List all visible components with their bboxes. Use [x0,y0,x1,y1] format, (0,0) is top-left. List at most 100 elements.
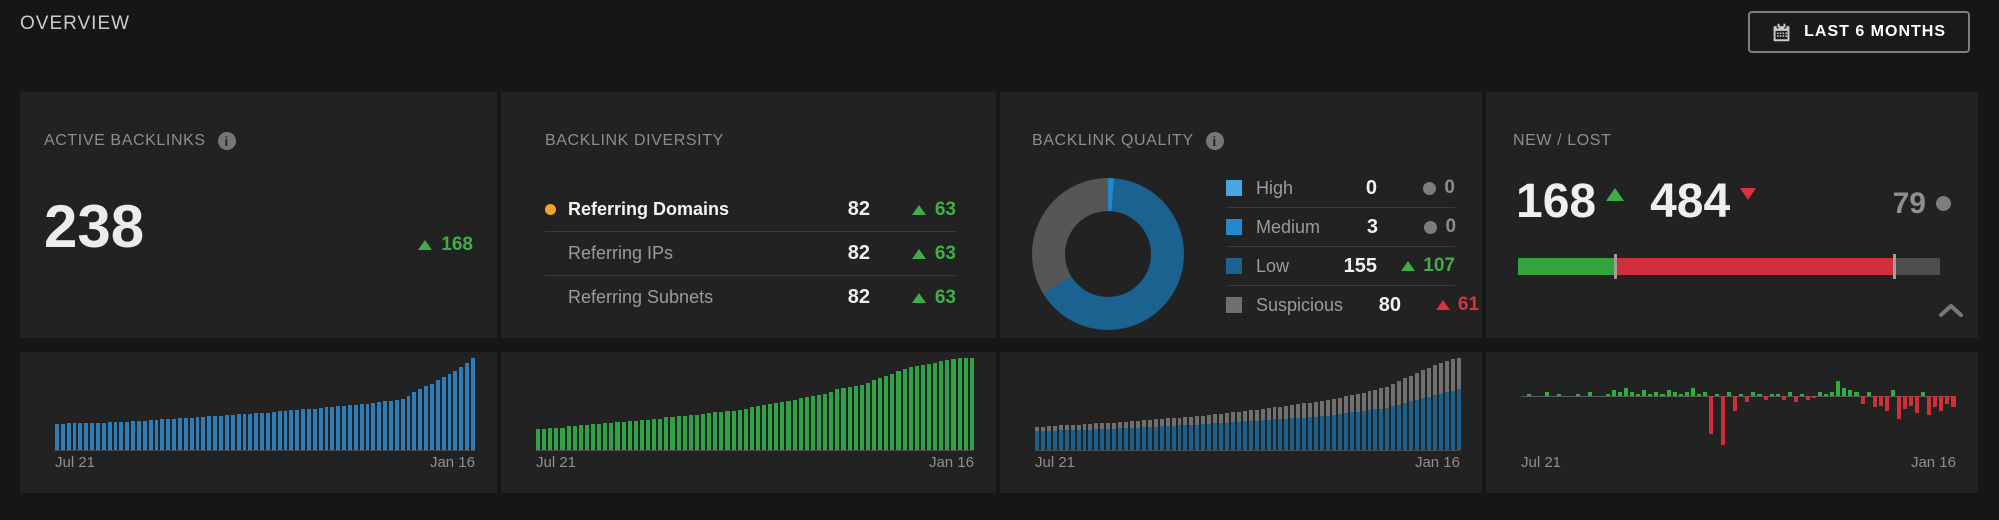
calendar-icon [1772,23,1791,42]
card-backlink-quality-title: BACKLINK QUALITY i [1032,132,1224,150]
diversity-row-label: Referring IPs [568,243,810,264]
diversity-row-delta: 63 [870,199,956,221]
card-new-lost-title: NEW / LOST [1513,132,1611,150]
info-icon[interactable]: i [218,132,236,150]
quality-legend: High 0 0 Medium 3 0 [1226,169,1455,324]
lost-backlinks-value: 484 [1650,178,1730,226]
summary-cards-row: ACTIVE BACKLINKS i 238 168 BACKLINK DIVE… [20,92,1978,338]
legend-swatch-medium [1226,219,1242,235]
axis-labels: Jul 21 Jan 16 [1035,454,1460,471]
card-title-label: BACKLINK QUALITY [1032,132,1194,150]
axis-labels: Jul 21 Jan 16 [55,454,475,471]
diversity-row-delta-value: 63 [935,199,956,221]
bar-chart-plot [55,358,475,451]
legend-label: Suspicious [1256,295,1343,316]
no-change-dot-icon [1424,221,1437,234]
up-triangle-icon [1606,188,1624,201]
info-icon[interactable]: i [1206,132,1224,150]
chevron-up-icon[interactable] [1938,302,1964,318]
axis-end-label: Jan 16 [1415,454,1460,471]
card-new-lost: NEW / LOST 168 484 79 [1486,92,1978,338]
trend-charts-row: Jul 21 Jan 16 Jul 21 Jan 16 Jul 21 Jan 1… [20,352,1978,493]
card-active-backlinks: ACTIVE BACKLINKS i 238 168 [20,92,497,338]
up-triangle-icon [418,240,432,250]
diversity-row-delta-value: 63 [935,287,956,309]
axis-end-label: Jan 16 [1911,454,1956,471]
axis-start-label: Jul 21 [536,454,576,471]
diversity-row-referring-subnets[interactable]: Referring Subnets 82 63 [545,275,956,319]
axis-start-label: Jul 21 [1035,454,1075,471]
diverging-bar-chart-plot [1521,358,1956,450]
legend-delta: 107 [1391,255,1455,277]
axis-start-label: Jul 21 [55,454,95,471]
axis-start-label: Jul 21 [1521,454,1561,471]
card-title-label: BACKLINK DIVERSITY [545,132,724,150]
legend-delta: 0 [1392,216,1456,238]
active-backlinks-delta: 168 [418,234,473,256]
legend-swatch-suspicious [1226,297,1242,313]
new-lost-trend-chart: Jul 21 Jan 16 [1486,352,1978,493]
card-title-label: ACTIVE BACKLINKS [44,132,206,150]
quality-legend-row-low[interactable]: Low 155 107 [1226,246,1455,285]
diversity-row-label: Referring Subnets [568,287,810,308]
diversity-row-value: 82 [810,286,870,309]
new-lost-ratio-bar [1518,258,1940,275]
unchanged-backlinks-value: 79 [1893,189,1926,219]
card-backlink-quality: BACKLINK QUALITY i High 0 0 Medium [1000,92,1482,338]
down-triangle-icon [1740,188,1756,200]
bar-chart-plot [536,358,974,451]
date-range-label: LAST 6 MONTHS [1804,23,1946,41]
diversity-row-delta: 63 [870,287,956,309]
backlink-quality-donut-chart [1032,178,1184,330]
diversity-row-referring-ips[interactable]: Referring IPs 82 63 [545,231,956,275]
legend-delta: 0 [1391,177,1455,199]
active-backlinks-trend-chart: Jul 21 Jan 16 [20,352,497,493]
new-lost-numbers: 168 484 79 [1516,178,1951,226]
new-backlinks-value: 168 [1516,178,1596,226]
legend-value: 155 [1333,255,1377,278]
legend-delta-value: 61 [1458,294,1479,316]
legend-swatch-high [1226,180,1242,196]
diversity-row-value: 82 [810,198,870,221]
card-title-label: NEW / LOST [1513,132,1611,150]
axis-end-label: Jan 16 [430,454,475,471]
quality-legend-row-high[interactable]: High 0 0 [1226,169,1455,207]
card-backlink-diversity: BACKLINK DIVERSITY Referring Domains 82 … [501,92,996,338]
up-triangle-icon [912,293,926,303]
page-title: OVERVIEW [20,13,130,35]
legend-value: 0 [1333,177,1377,200]
diversity-rows: Referring Domains 82 63 Referring IPs 82… [545,188,956,319]
legend-swatch-low [1226,258,1242,274]
no-change-dot-icon [1936,196,1951,211]
no-change-dot-icon [1423,182,1436,195]
date-range-button[interactable]: LAST 6 MONTHS [1748,11,1970,53]
up-triangle-icon [912,249,926,259]
legend-delta-value: 0 [1444,177,1455,199]
diversity-row-label: Referring Domains [568,199,810,220]
selected-bullet-icon [545,204,556,215]
up-triangle-icon [912,205,926,215]
legend-delta-value: 0 [1445,216,1456,238]
up-triangle-icon [1401,261,1415,271]
diversity-row-delta-value: 63 [935,243,956,265]
axis-end-label: Jan 16 [929,454,974,471]
active-backlinks-delta-value: 168 [441,234,473,256]
stacked-bar-chart-plot [1035,358,1460,451]
up-triangle-red-icon [1436,300,1450,310]
backlinks-overview-dashboard: OVERVIEW LAST 6 MONTHS ACTIVE BACKLINKS … [0,0,1999,520]
referring-domains-trend-chart: Jul 21 Jan 16 [501,352,996,493]
axis-labels: Jul 21 Jan 16 [1521,454,1956,471]
card-active-backlinks-title: ACTIVE BACKLINKS i [44,132,236,150]
quality-legend-row-suspicious[interactable]: Suspicious 80 61 [1226,285,1455,324]
legend-value: 80 [1357,294,1401,317]
diversity-row-delta: 63 [870,243,956,265]
legend-value: 3 [1334,216,1378,239]
legend-delta: 61 [1415,294,1479,316]
axis-labels: Jul 21 Jan 16 [536,454,974,471]
active-backlinks-value: 238 [44,192,144,261]
quality-legend-row-medium[interactable]: Medium 3 0 [1226,207,1455,246]
legend-label: High [1256,178,1319,199]
diversity-row-referring-domains[interactable]: Referring Domains 82 63 [545,188,956,231]
legend-label: Low [1256,256,1319,277]
card-backlink-diversity-title: BACKLINK DIVERSITY [545,132,724,150]
